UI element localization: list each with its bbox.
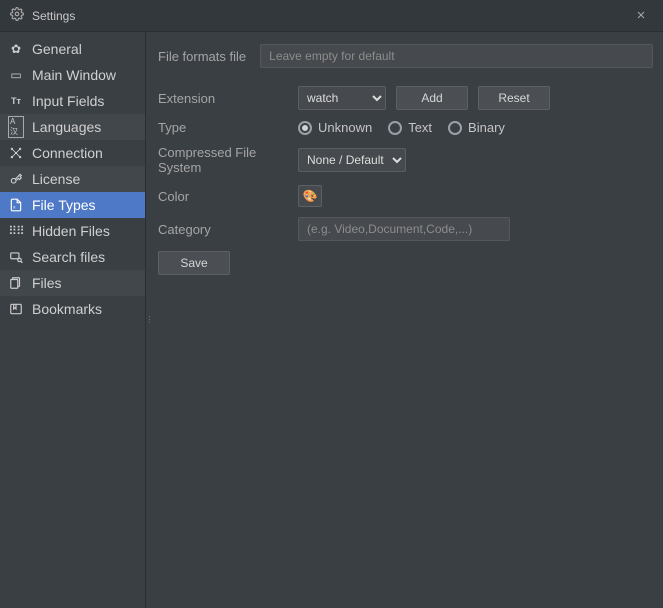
sidebar-item-label: Search files <box>32 249 105 265</box>
sidebar-item-files[interactable]: Files <box>0 270 145 296</box>
sidebar-item-label: General <box>32 41 82 57</box>
content-pane: File formats file Extension watch Add Re… <box>152 32 663 608</box>
sidebar-item-search-files[interactable]: Search files <box>0 244 145 270</box>
reset-button[interactable]: Reset <box>478 86 550 110</box>
bookmark-icon <box>8 302 24 316</box>
sidebar-item-file-types[interactable]: x File Types <box>0 192 145 218</box>
radio-icon <box>388 121 402 135</box>
radio-icon <box>298 121 312 135</box>
sidebar-item-label: Input Fields <box>32 93 104 109</box>
sidebar: ✿ General ▭ Main Window Tᴛ Input Fields … <box>0 32 146 608</box>
type-radio-group: Unknown Text Binary <box>298 120 505 135</box>
cfs-label: Compressed File System <box>158 145 288 175</box>
color-picker-button[interactable]: 🎨 <box>298 185 322 207</box>
close-button[interactable] <box>629 4 653 28</box>
file-formats-label: File formats file <box>158 49 246 64</box>
files-icon <box>8 276 24 290</box>
extension-label: Extension <box>158 91 288 106</box>
key-icon <box>8 172 24 186</box>
category-label: Category <box>158 222 288 237</box>
window-icon: ▭ <box>8 68 24 82</box>
titlebar: Settings <box>0 0 663 32</box>
svg-text:x: x <box>13 205 16 210</box>
radio-label: Text <box>408 120 432 135</box>
sidebar-item-label: Bookmarks <box>32 301 102 317</box>
type-label: Type <box>158 120 288 135</box>
sidebar-item-label: Connection <box>32 145 103 161</box>
sidebar-item-label: Hidden Files <box>32 223 110 239</box>
lang-icon: A汉 <box>8 116 24 138</box>
sidebar-item-connection[interactable]: Connection <box>0 140 145 166</box>
save-button[interactable]: Save <box>158 251 230 275</box>
sidebar-item-label: Files <box>32 275 62 291</box>
file-formats-input[interactable] <box>260 44 653 68</box>
sidebar-item-input-fields[interactable]: Tᴛ Input Fields <box>0 88 145 114</box>
sidebar-item-label: Languages <box>32 119 101 135</box>
text-cursor-icon: Tᴛ <box>8 96 24 106</box>
sidebar-item-label: Main Window <box>32 67 116 83</box>
search-icon <box>8 250 24 264</box>
gear-icon: ✿ <box>8 42 24 56</box>
window-title: Settings <box>32 9 629 23</box>
sidebar-item-general[interactable]: ✿ General <box>0 36 145 62</box>
sidebar-item-languages[interactable]: A汉 Languages <box>0 114 145 140</box>
sidebar-item-main-window[interactable]: ▭ Main Window <box>0 62 145 88</box>
cfs-select[interactable]: None / Default <box>298 148 406 172</box>
radio-label: Unknown <box>318 120 372 135</box>
sidebar-item-bookmarks[interactable]: Bookmarks <box>0 296 145 322</box>
sidebar-item-label: License <box>32 171 80 187</box>
type-radio-unknown[interactable]: Unknown <box>298 120 372 135</box>
category-input[interactable] <box>298 217 510 241</box>
grid-icon: ⠿⠿ <box>8 224 24 238</box>
sidebar-item-license[interactable]: License <box>0 166 145 192</box>
settings-icon <box>10 7 24 24</box>
sidebar-item-hidden-files[interactable]: ⠿⠿ Hidden Files <box>0 218 145 244</box>
type-radio-binary[interactable]: Binary <box>448 120 505 135</box>
filetype-icon: x <box>8 198 24 212</box>
extension-select[interactable]: watch <box>298 86 386 110</box>
palette-icon: 🎨 <box>303 189 318 203</box>
add-button[interactable]: Add <box>396 86 468 110</box>
radio-icon <box>448 121 462 135</box>
color-label: Color <box>158 189 288 204</box>
radio-label: Binary <box>468 120 505 135</box>
type-radio-text[interactable]: Text <box>388 120 432 135</box>
sidebar-item-label: File Types <box>32 197 96 213</box>
connection-icon <box>8 146 24 160</box>
